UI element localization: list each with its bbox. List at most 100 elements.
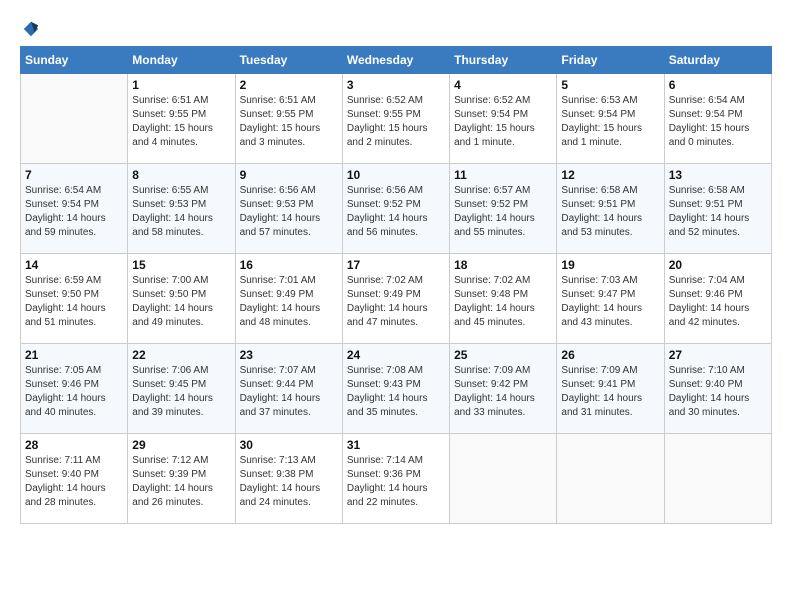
day-number: 25 bbox=[454, 348, 552, 362]
day-info: Sunrise: 7:06 AM Sunset: 9:45 PM Dayligh… bbox=[132, 364, 230, 420]
day-number: 6 bbox=[669, 78, 767, 92]
calendar-day-cell: 15 Sunrise: 7:00 AM Sunset: 9:50 PM Dayli… bbox=[128, 254, 235, 344]
calendar-day-cell: 10 Sunrise: 6:56 AM Sunset: 9:52 PM Dayli… bbox=[342, 164, 449, 254]
calendar-day-cell: 16 Sunrise: 7:01 AM Sunset: 9:49 PM Dayli… bbox=[235, 254, 342, 344]
calendar-table: SundayMondayTuesdayWednesdayThursdayFrid… bbox=[20, 46, 772, 524]
day-number: 5 bbox=[561, 78, 659, 92]
day-info: Sunrise: 6:54 AM Sunset: 9:54 PM Dayligh… bbox=[25, 184, 123, 240]
day-info: Sunrise: 6:57 AM Sunset: 9:52 PM Dayligh… bbox=[454, 184, 552, 240]
calendar-day-cell: 24 Sunrise: 7:08 AM Sunset: 9:43 PM Dayli… bbox=[342, 344, 449, 434]
calendar-day-cell: 21 Sunrise: 7:05 AM Sunset: 9:46 PM Dayli… bbox=[21, 344, 128, 434]
day-info: Sunrise: 7:11 AM Sunset: 9:40 PM Dayligh… bbox=[25, 454, 123, 510]
day-info: Sunrise: 7:12 AM Sunset: 9:39 PM Dayligh… bbox=[132, 454, 230, 510]
calendar-body: 1Sunrise: 6:51 AM Sunset: 9:55 PM Daylig… bbox=[21, 74, 772, 524]
day-number: 20 bbox=[669, 258, 767, 272]
day-info: Sunrise: 7:09 AM Sunset: 9:41 PM Dayligh… bbox=[561, 364, 659, 420]
day-info: Sunrise: 7:14 AM Sunset: 9:36 PM Dayligh… bbox=[347, 454, 445, 510]
day-number: 15 bbox=[132, 258, 230, 272]
calendar-day-cell: 30 Sunrise: 7:13 AM Sunset: 9:38 PM Dayli… bbox=[235, 434, 342, 524]
day-info: Sunrise: 7:13 AM Sunset: 9:38 PM Dayligh… bbox=[240, 454, 338, 510]
day-number: 21 bbox=[25, 348, 123, 362]
weekday-header-cell: Sunday bbox=[21, 47, 128, 74]
day-info: Sunrise: 7:02 AM Sunset: 9:49 PM Dayligh… bbox=[347, 274, 445, 330]
calendar-day-cell: 27 Sunrise: 7:10 AM Sunset: 9:40 PM Dayli… bbox=[664, 344, 771, 434]
day-info: Sunrise: 7:03 AM Sunset: 9:47 PM Dayligh… bbox=[561, 274, 659, 330]
day-info: Sunrise: 6:54 AM Sunset: 9:54 PM Dayligh… bbox=[669, 94, 767, 150]
calendar-day-cell: 23Sunrise: 7:07 AM Sunset: 9:44 PM Dayli… bbox=[235, 344, 342, 434]
day-number: 7 bbox=[25, 168, 123, 182]
calendar-day-cell bbox=[664, 434, 771, 524]
calendar-day-cell: 8 Sunrise: 6:55 AM Sunset: 9:53 PM Daylig… bbox=[128, 164, 235, 254]
day-number: 30 bbox=[240, 438, 338, 452]
calendar-day-cell: 28 Sunrise: 7:11 AM Sunset: 9:40 PM Dayli… bbox=[21, 434, 128, 524]
weekday-header-cell: Tuesday bbox=[235, 47, 342, 74]
day-number: 13 bbox=[669, 168, 767, 182]
calendar-day-cell: 2 Sunrise: 6:51 AM Sunset: 9:55 PM Daylig… bbox=[235, 74, 342, 164]
day-number: 24 bbox=[347, 348, 445, 362]
calendar-day-cell: 22 Sunrise: 7:06 AM Sunset: 9:45 PM Dayli… bbox=[128, 344, 235, 434]
logo bbox=[20, 20, 40, 38]
day-number: 2 bbox=[240, 78, 338, 92]
day-info: Sunrise: 6:56 AM Sunset: 9:53 PM Dayligh… bbox=[240, 184, 338, 240]
calendar-day-cell: 7 Sunrise: 6:54 AM Sunset: 9:54 PM Daylig… bbox=[21, 164, 128, 254]
calendar-day-cell bbox=[557, 434, 664, 524]
day-number: 28 bbox=[25, 438, 123, 452]
calendar-day-cell: 5 Sunrise: 6:53 AM Sunset: 9:54 PM Daylig… bbox=[557, 74, 664, 164]
day-info: Sunrise: 7:08 AM Sunset: 9:43 PM Dayligh… bbox=[347, 364, 445, 420]
weekday-header-row: SundayMondayTuesdayWednesdayThursdayFrid… bbox=[21, 47, 772, 74]
day-number: 12 bbox=[561, 168, 659, 182]
calendar-day-cell: 4Sunrise: 6:52 AM Sunset: 9:54 PM Daylig… bbox=[450, 74, 557, 164]
day-info: Sunrise: 6:52 AM Sunset: 9:54 PM Dayligh… bbox=[454, 94, 552, 150]
calendar-week-row: 14 Sunrise: 6:59 AM Sunset: 9:50 PM Dayli… bbox=[21, 254, 772, 344]
day-number: 22 bbox=[132, 348, 230, 362]
day-info: Sunrise: 6:56 AM Sunset: 9:52 PM Dayligh… bbox=[347, 184, 445, 240]
day-info: Sunrise: 6:55 AM Sunset: 9:53 PM Dayligh… bbox=[132, 184, 230, 240]
calendar-day-cell bbox=[21, 74, 128, 164]
day-info: Sunrise: 7:00 AM Sunset: 9:50 PM Dayligh… bbox=[132, 274, 230, 330]
day-number: 8 bbox=[132, 168, 230, 182]
day-info: Sunrise: 7:01 AM Sunset: 9:49 PM Dayligh… bbox=[240, 274, 338, 330]
calendar-week-row: 21 Sunrise: 7:05 AM Sunset: 9:46 PM Dayli… bbox=[21, 344, 772, 434]
day-info: Sunrise: 6:52 AM Sunset: 9:55 PM Dayligh… bbox=[347, 94, 445, 150]
weekday-header-cell: Wednesday bbox=[342, 47, 449, 74]
day-number: 17 bbox=[347, 258, 445, 272]
day-info: Sunrise: 6:51 AM Sunset: 9:55 PM Dayligh… bbox=[132, 94, 230, 150]
calendar-day-cell: 3 Sunrise: 6:52 AM Sunset: 9:55 PM Daylig… bbox=[342, 74, 449, 164]
weekday-header-cell: Monday bbox=[128, 47, 235, 74]
day-info: Sunrise: 6:58 AM Sunset: 9:51 PM Dayligh… bbox=[561, 184, 659, 240]
calendar-day-cell: 12 Sunrise: 6:58 AM Sunset: 9:51 PM Dayli… bbox=[557, 164, 664, 254]
day-number: 14 bbox=[25, 258, 123, 272]
calendar-day-cell: 31 Sunrise: 7:14 AM Sunset: 9:36 PM Dayli… bbox=[342, 434, 449, 524]
day-number: 10 bbox=[347, 168, 445, 182]
day-info: Sunrise: 6:53 AM Sunset: 9:54 PM Dayligh… bbox=[561, 94, 659, 150]
calendar-day-cell: 14 Sunrise: 6:59 AM Sunset: 9:50 PM Dayli… bbox=[21, 254, 128, 344]
weekday-header-cell: Friday bbox=[557, 47, 664, 74]
calendar-day-cell: 11 Sunrise: 6:57 AM Sunset: 9:52 PM Dayli… bbox=[450, 164, 557, 254]
day-number: 29 bbox=[132, 438, 230, 452]
day-info: Sunrise: 6:58 AM Sunset: 9:51 PM Dayligh… bbox=[669, 184, 767, 240]
day-number: 27 bbox=[669, 348, 767, 362]
day-info: Sunrise: 7:10 AM Sunset: 9:40 PM Dayligh… bbox=[669, 364, 767, 420]
day-info: Sunrise: 7:05 AM Sunset: 9:46 PM Dayligh… bbox=[25, 364, 123, 420]
day-info: Sunrise: 6:59 AM Sunset: 9:50 PM Dayligh… bbox=[25, 274, 123, 330]
calendar-day-cell: 1Sunrise: 6:51 AM Sunset: 9:55 PM Daylig… bbox=[128, 74, 235, 164]
calendar-day-cell bbox=[450, 434, 557, 524]
calendar-day-cell: 26Sunrise: 7:09 AM Sunset: 9:41 PM Dayli… bbox=[557, 344, 664, 434]
calendar-day-cell: 25Sunrise: 7:09 AM Sunset: 9:42 PM Dayli… bbox=[450, 344, 557, 434]
day-info: Sunrise: 6:51 AM Sunset: 9:55 PM Dayligh… bbox=[240, 94, 338, 150]
calendar-week-row: 1Sunrise: 6:51 AM Sunset: 9:55 PM Daylig… bbox=[21, 74, 772, 164]
day-number: 18 bbox=[454, 258, 552, 272]
day-number: 31 bbox=[347, 438, 445, 452]
day-number: 23 bbox=[240, 348, 338, 362]
day-number: 3 bbox=[347, 78, 445, 92]
calendar-day-cell: 9Sunrise: 6:56 AM Sunset: 9:53 PM Daylig… bbox=[235, 164, 342, 254]
logo-icon bbox=[22, 20, 40, 38]
day-number: 16 bbox=[240, 258, 338, 272]
calendar-day-cell: 6 Sunrise: 6:54 AM Sunset: 9:54 PM Daylig… bbox=[664, 74, 771, 164]
day-number: 11 bbox=[454, 168, 552, 182]
weekday-header-cell: Thursday bbox=[450, 47, 557, 74]
calendar-day-cell: 19Sunrise: 7:03 AM Sunset: 9:47 PM Dayli… bbox=[557, 254, 664, 344]
calendar-day-cell: 20Sunrise: 7:04 AM Sunset: 9:46 PM Dayli… bbox=[664, 254, 771, 344]
calendar-day-cell: 17 Sunrise: 7:02 AM Sunset: 9:49 PM Dayli… bbox=[342, 254, 449, 344]
calendar-day-cell: 18Sunrise: 7:02 AM Sunset: 9:48 PM Dayli… bbox=[450, 254, 557, 344]
